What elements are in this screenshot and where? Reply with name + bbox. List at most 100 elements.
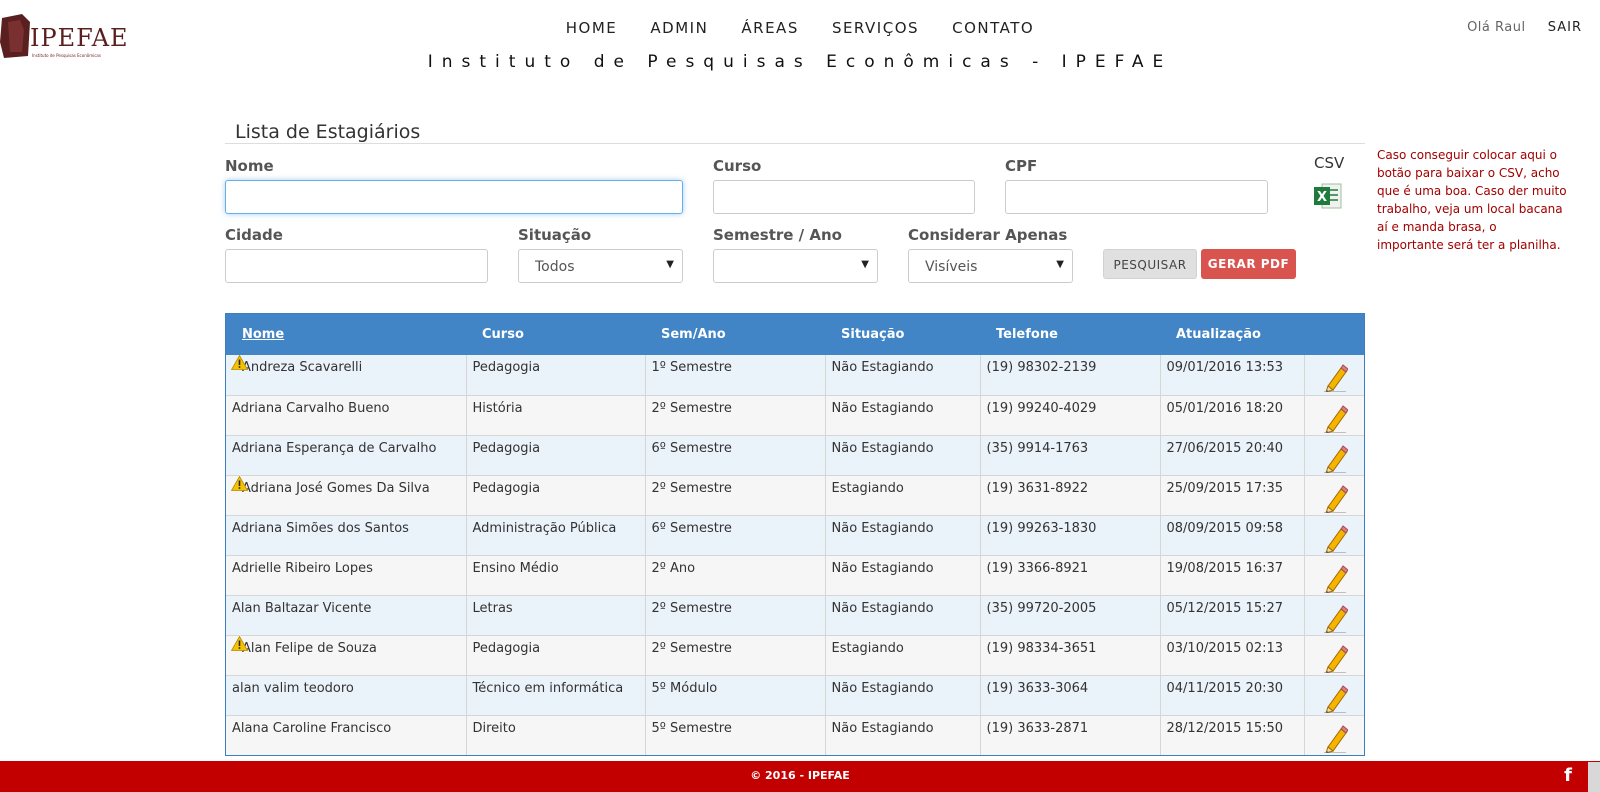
considerar-select[interactable]: Visíveis ▼ [908,249,1073,283]
pencil-icon[interactable] [1322,563,1348,593]
cell-atualizacao: 04/11/2015 20:30 [1160,675,1305,716]
considerar-label: Considerar Apenas [908,226,1068,244]
pencil-icon[interactable] [1322,723,1348,753]
cell-sem-ano-text: 2º Semestre [651,640,732,656]
cell-curso-text: Técnico em informática [472,680,624,696]
cell-curso-text: Pedagogia [472,640,541,656]
table-row[interactable]: Adriana Simões dos Santos Administração P… [226,515,1364,556]
cell-nome: Andreza Scavarelli [226,355,467,396]
cell-edit [1304,395,1364,436]
col-header-nome[interactable]: Nome [226,314,466,355]
chevron-down-icon: ▼ [666,259,674,270]
search-button[interactable]: PESQUISAR [1103,249,1197,279]
facebook-icon[interactable]: f [1564,764,1572,788]
pencil-icon[interactable] [1322,643,1348,673]
excel-icon[interactable]: X [1313,181,1343,211]
cell-situacao: Não Estagiando [825,675,981,716]
cell-nome: Adriana Carvalho Bueno [226,395,467,436]
cell-atualizacao: 25/09/2015 17:35 [1160,475,1305,516]
user-greeting: Olá Raul [1467,20,1526,35]
cell-nome-text: alan valim teodoro [232,680,354,696]
cell-situacao-text: Não Estagiando [831,520,934,536]
svg-text:X: X [1317,190,1327,205]
semestre-select[interactable]: ▼ [713,249,878,283]
cell-situacao-text: Estagiando [831,640,904,656]
col-header-edit [1304,314,1364,355]
warning-icon [231,475,248,491]
cell-curso: Pedagogia [466,355,646,396]
pencil-icon[interactable] [1322,362,1348,392]
nav-areas[interactable]: ÁREAS [741,19,798,37]
curso-input[interactable] [713,180,975,214]
cell-situacao-text: Não Estagiando [831,600,934,616]
chevron-down-icon: ▼ [861,259,869,270]
table-row[interactable]: Adriana Carvalho Bueno História 2º Semestr… [226,395,1364,436]
cell-nome-text: Adriana Esperança de Carvalho [232,440,437,456]
cell-telefone: (19) 3631-8922 [980,475,1161,516]
cell-curso-text: História [472,400,523,416]
cell-sem-ano-text: 2º Semestre [651,480,732,496]
pencil-icon[interactable] [1322,523,1348,553]
cell-edit [1304,555,1364,596]
table-row[interactable]: Alan Felipe de Souza Pedagogia 2º Semestre… [226,635,1364,676]
cell-sem-ano: 2º Semestre [645,595,826,636]
nav-admin[interactable]: ADMIN [650,19,708,37]
considerar-selected: Visíveis [925,259,978,275]
cell-edit [1304,635,1364,676]
cell-sem-ano: 5º Módulo [645,675,826,716]
cell-situacao: Não Estagiando [825,355,981,396]
cell-situacao-text: Não Estagiando [831,720,934,736]
pencil-icon[interactable] [1322,603,1348,633]
cell-sem-ano: 2º Ano [645,555,826,596]
cell-telefone: (19) 98334-3651 [980,635,1161,676]
nav-contato[interactable]: CONTATO [952,19,1034,37]
cell-curso-text: Administração Pública [472,520,617,536]
situacao-selected: Todos [535,259,575,275]
cell-situacao: Estagiando [825,635,981,676]
cell-nome: Adrielle Ribeiro Lopes [226,555,467,596]
table-row[interactable]: alan valim teodoro Técnico em informática… [226,675,1364,716]
table-row[interactable]: Alana Caroline Francisco Direito 5º Semest… [226,715,1364,755]
cell-curso: Pedagogia [466,635,646,676]
cell-sem-ano: 2º Semestre [645,395,826,436]
situacao-select[interactable]: Todos ▼ [518,249,683,283]
pencil-icon[interactable] [1322,403,1348,433]
cell-situacao: Não Estagiando [825,395,981,436]
cell-edit [1304,355,1364,396]
cell-situacao: Não Estagiando [825,715,981,755]
cell-situacao-text: Não Estagiando [831,360,934,375]
nome-input[interactable] [225,180,683,214]
cell-atualizacao-text: 03/10/2015 02:13 [1166,640,1284,656]
cell-curso: Pedagogia [466,475,646,516]
logout-link[interactable]: SAIR [1548,20,1582,35]
nav-home[interactable]: HOME [566,19,618,37]
pencil-icon[interactable] [1322,483,1348,513]
table-row[interactable]: Alan Baltazar Vicente Letras 2º Semestre Nã… [226,595,1364,636]
generate-pdf-button[interactable]: GERAR PDF [1201,249,1296,279]
pencil-icon[interactable] [1322,683,1348,713]
nav-servicos[interactable]: SERVIÇOS [832,19,919,37]
cell-nome: alan valim teodoro [226,675,467,716]
table-row[interactable]: Andreza Scavarelli Pedagogia 1º Semestre Nã… [226,355,1364,396]
page-title: Lista de Estagiários [235,121,421,143]
table-row[interactable]: Adriana Esperança de Carvalho Pedagogia 6º… [226,435,1364,476]
cell-telefone: (35) 99720-2005 [980,595,1161,636]
cidade-input[interactable] [225,249,488,283]
cell-sem-ano-text: 1º Semestre [651,360,732,375]
cell-curso-text: Pedagogia [472,440,541,456]
cell-nome-text: Andreza Scavarelli [242,360,363,375]
scrollbar[interactable] [1588,762,1600,792]
cell-curso: Direito [466,715,646,755]
cell-sem-ano: 5º Semestre [645,715,826,755]
cell-atualizacao-text: 09/01/2016 13:53 [1166,360,1284,375]
cell-situacao-text: Estagiando [831,480,904,496]
table-row[interactable]: Adrielle Ribeiro Lopes Ensino Médio 2º Ano… [226,555,1364,596]
table-row[interactable]: Adriana José Gomes Da Silva Pedagogia 2º S… [226,475,1364,516]
cpf-input[interactable] [1005,180,1268,214]
site-subtitle: Instituto de Pesquisas Econômicas - IPEF… [427,52,1173,72]
cell-situacao: Não Estagiando [825,435,981,476]
cell-nome: Alana Caroline Francisco [226,715,467,755]
pencil-icon[interactable] [1322,443,1348,473]
cidade-label: Cidade [225,226,283,244]
main-nav: HOME ADMIN ÁREAS SERVIÇOS CONTATO [0,18,1600,37]
